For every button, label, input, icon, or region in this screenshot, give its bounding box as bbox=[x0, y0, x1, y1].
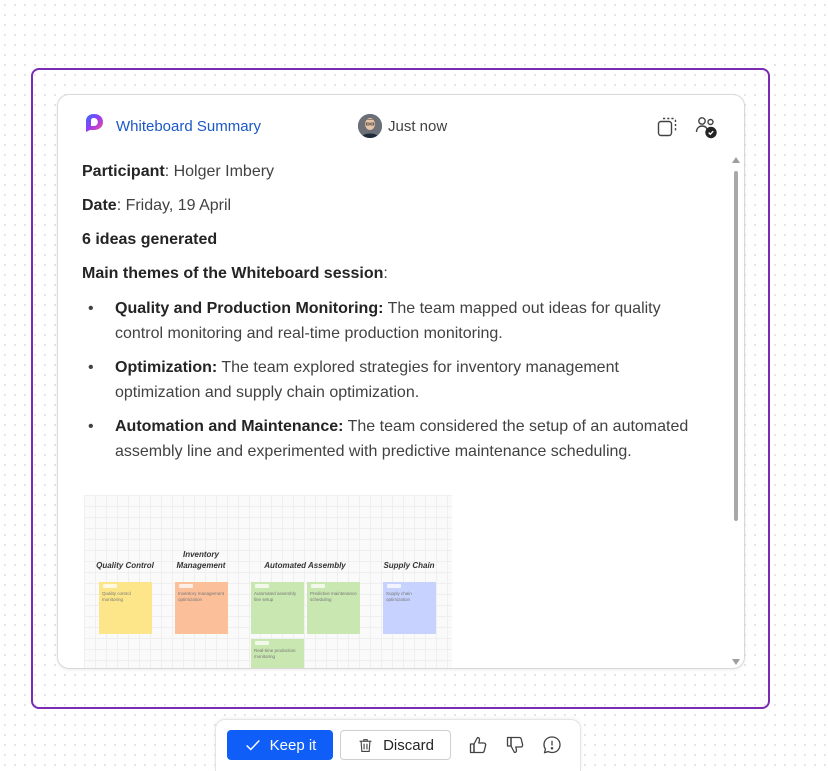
scrollbar[interactable] bbox=[730, 157, 742, 667]
checkmark-icon bbox=[245, 740, 260, 751]
avatar bbox=[358, 114, 382, 138]
date-line: Date: Friday, 19 April bbox=[82, 197, 232, 214]
timestamp: Just now bbox=[388, 118, 448, 135]
list-item: Automation and Maintenance: The team con… bbox=[82, 414, 702, 464]
scroll-up-arrow-icon[interactable] bbox=[732, 157, 740, 163]
themes-heading: Main themes of the Whiteboard session: bbox=[82, 265, 388, 282]
keep-it-label: Keep it bbox=[269, 736, 317, 754]
card-title[interactable]: Whiteboard Summary bbox=[116, 118, 261, 135]
card-header: Whiteboard Summary Just now bbox=[58, 95, 744, 155]
sticky-note: Predictive maintenance scheduling bbox=[307, 582, 360, 634]
whiteboard-thumbnail[interactable]: Quality Control Inventory Management Aut… bbox=[84, 495, 452, 668]
feedback-icon[interactable] bbox=[541, 734, 563, 756]
scroll-down-arrow-icon[interactable] bbox=[732, 659, 740, 665]
column-title: Automated Assembly bbox=[264, 561, 346, 570]
sticky-note: Supply chain optimization bbox=[383, 582, 436, 634]
thumbs-down-icon[interactable] bbox=[504, 734, 526, 756]
column-title: Inventory Management bbox=[176, 550, 226, 570]
sticky-note: Automated assembly line setup bbox=[251, 582, 304, 634]
sticky-note: Inventory management optimization bbox=[175, 582, 228, 634]
trash-icon bbox=[359, 738, 372, 752]
sticky-note: Quality control monitoring bbox=[99, 582, 152, 634]
share-people-icon[interactable] bbox=[694, 115, 718, 139]
list-item: Optimization: The team explored strategi… bbox=[82, 355, 702, 405]
thumbs-up-icon[interactable] bbox=[467, 734, 489, 756]
column-title: Supply Chain bbox=[383, 561, 435, 570]
discard-button[interactable]: Discard bbox=[340, 730, 451, 760]
sticky-note: Real-time production monitoring bbox=[251, 639, 304, 668]
copy-icon[interactable] bbox=[655, 115, 679, 139]
discard-label: Discard bbox=[383, 736, 434, 754]
summary-content: Participant: Holger Imbery Date: Friday,… bbox=[82, 159, 702, 473]
action-toolbar: Keep it Discard bbox=[215, 719, 581, 771]
column-title: Quality Control bbox=[96, 561, 154, 570]
participant-line: Participant: Holger Imbery bbox=[82, 163, 275, 180]
keep-it-button[interactable]: Keep it bbox=[227, 730, 333, 760]
scrollbar-thumb[interactable] bbox=[734, 171, 738, 521]
copilot-logo-icon bbox=[82, 112, 106, 136]
list-item: Quality and Production Monitoring: The t… bbox=[82, 296, 702, 346]
ideas-count: 6 ideas generated bbox=[82, 231, 218, 248]
themes-list: Quality and Production Monitoring: The t… bbox=[82, 296, 702, 464]
summary-card: Whiteboard Summary Just now Participant:… bbox=[57, 94, 745, 669]
